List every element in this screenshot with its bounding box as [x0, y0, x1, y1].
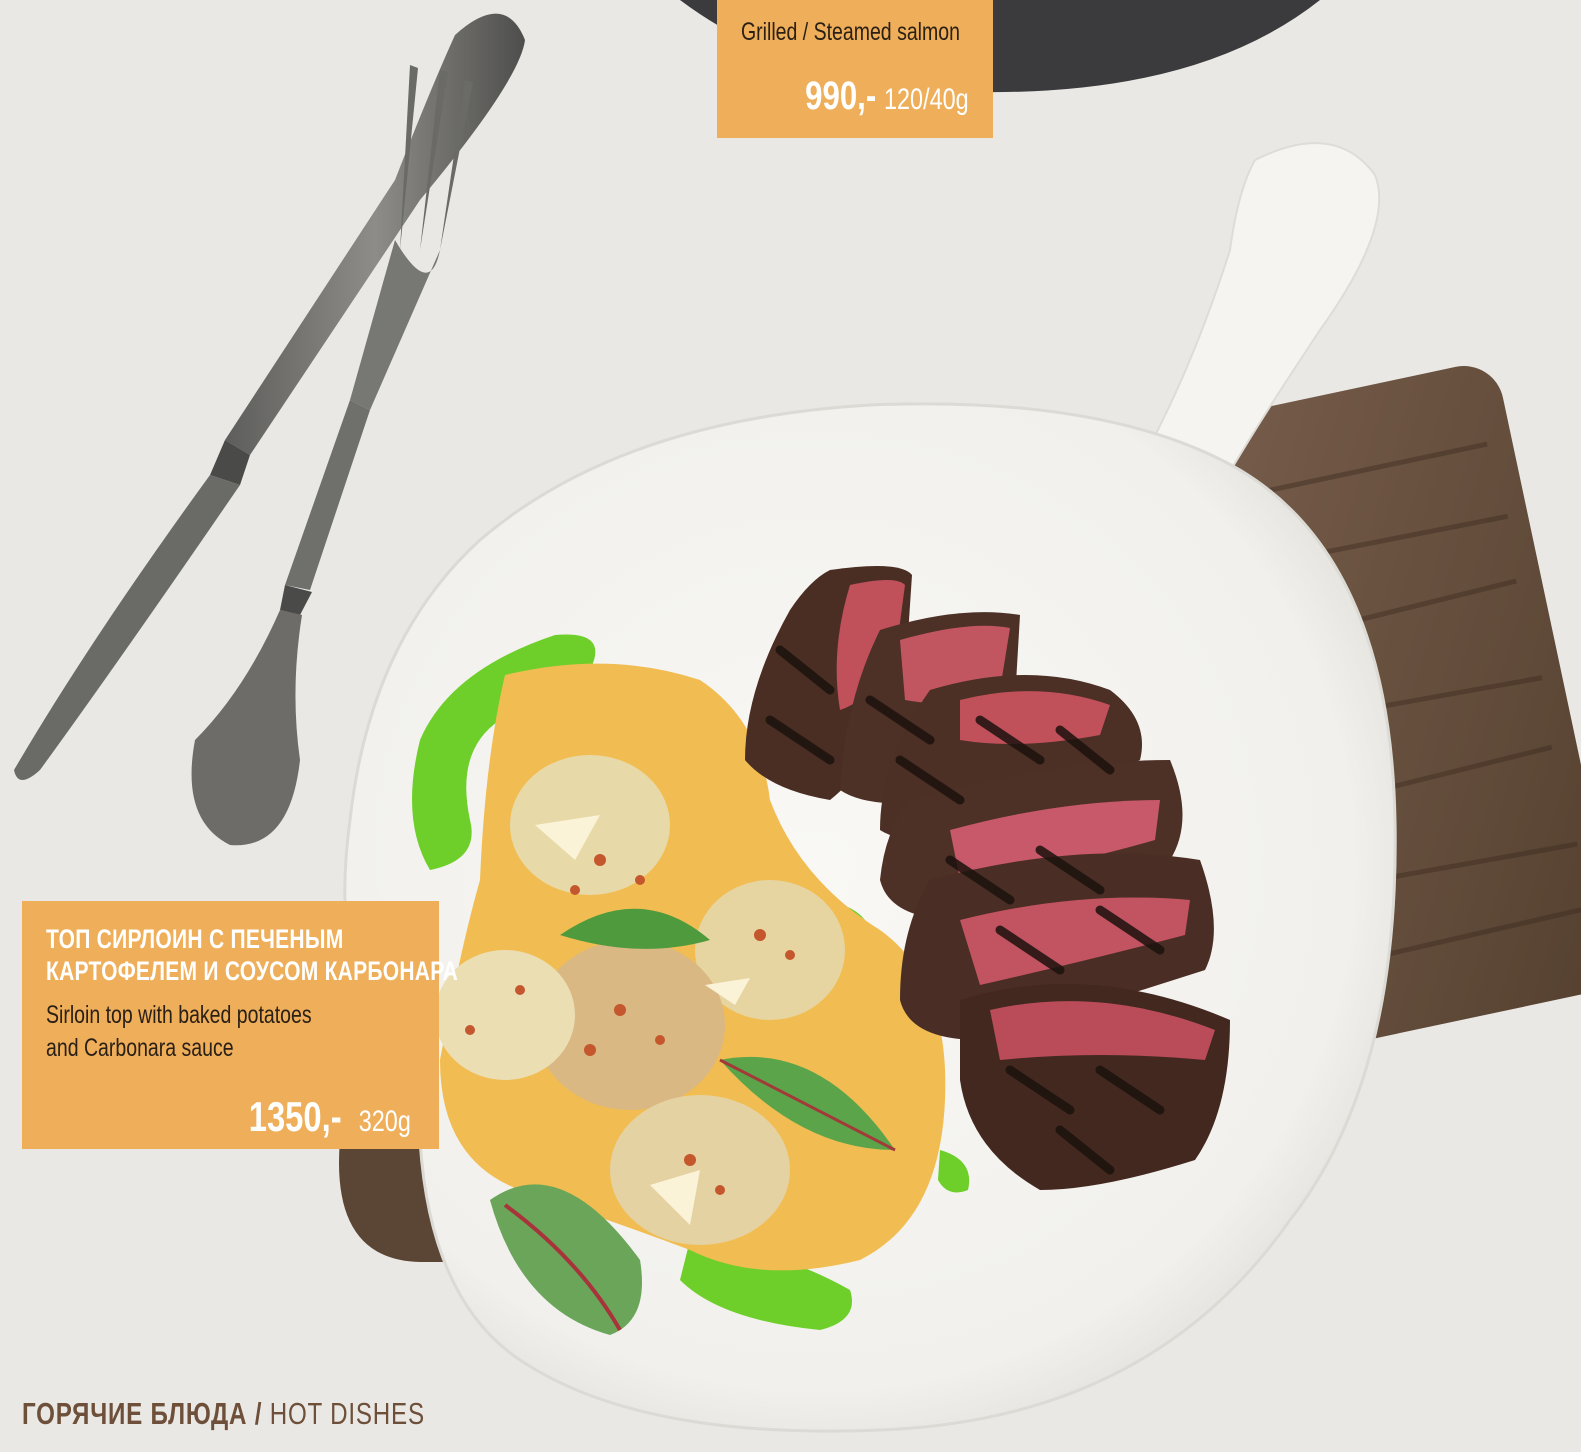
- main-item-name-ru-line2: КАРТОФЕЛЕМ И СОУСОМ КАРБОНАРА: [46, 956, 459, 986]
- section-title-ru: ГОРЯЧИЕ БЛЮДА: [22, 1396, 248, 1431]
- main-item-name-en: Sirloin top with baked potatoes and Carb…: [46, 999, 387, 1065]
- featured-item-tag: Grilled / Steamed salmon 990,- 120/40g: [717, 0, 993, 138]
- section-title-separator: /: [247, 1396, 270, 1431]
- featured-item-weight: 120/40g: [884, 83, 969, 116]
- main-item-name-ru-line1: ТОП СИРЛОИН С ПЕЧЕНЫМ: [46, 924, 344, 954]
- main-item-name-en-line2: and Carbonara sauce: [46, 1034, 234, 1062]
- main-item-price-row: 1350,- 320g: [203, 1093, 411, 1141]
- section-title: ГОРЯЧИЕ БЛЮДА / HOT DISHES: [22, 1396, 539, 1432]
- featured-item-price: 990,-: [805, 74, 877, 118]
- featured-item-price-row: 990,- 120/40g: [759, 74, 969, 119]
- main-item-name-en-line1: Sirloin top with baked potatoes: [46, 1001, 312, 1029]
- main-item-price: 1350,-: [248, 1093, 342, 1140]
- section-title-en: HOT DISHES: [269, 1396, 425, 1431]
- main-item-name-ru: ТОП СИРЛОИН С ПЕЧЕНЫМ КАРТОФЕЛЕМ И СОУСО…: [46, 923, 574, 987]
- main-item-tag: ТОП СИРЛОИН С ПЕЧЕНЫМ КАРТОФЕЛЕМ И СОУСО…: [22, 901, 458, 1149]
- food-photo: [0, 0, 1581, 1452]
- featured-item-name: Grilled / Steamed salmon: [741, 18, 960, 46]
- main-item-weight: 320g: [358, 1105, 411, 1138]
